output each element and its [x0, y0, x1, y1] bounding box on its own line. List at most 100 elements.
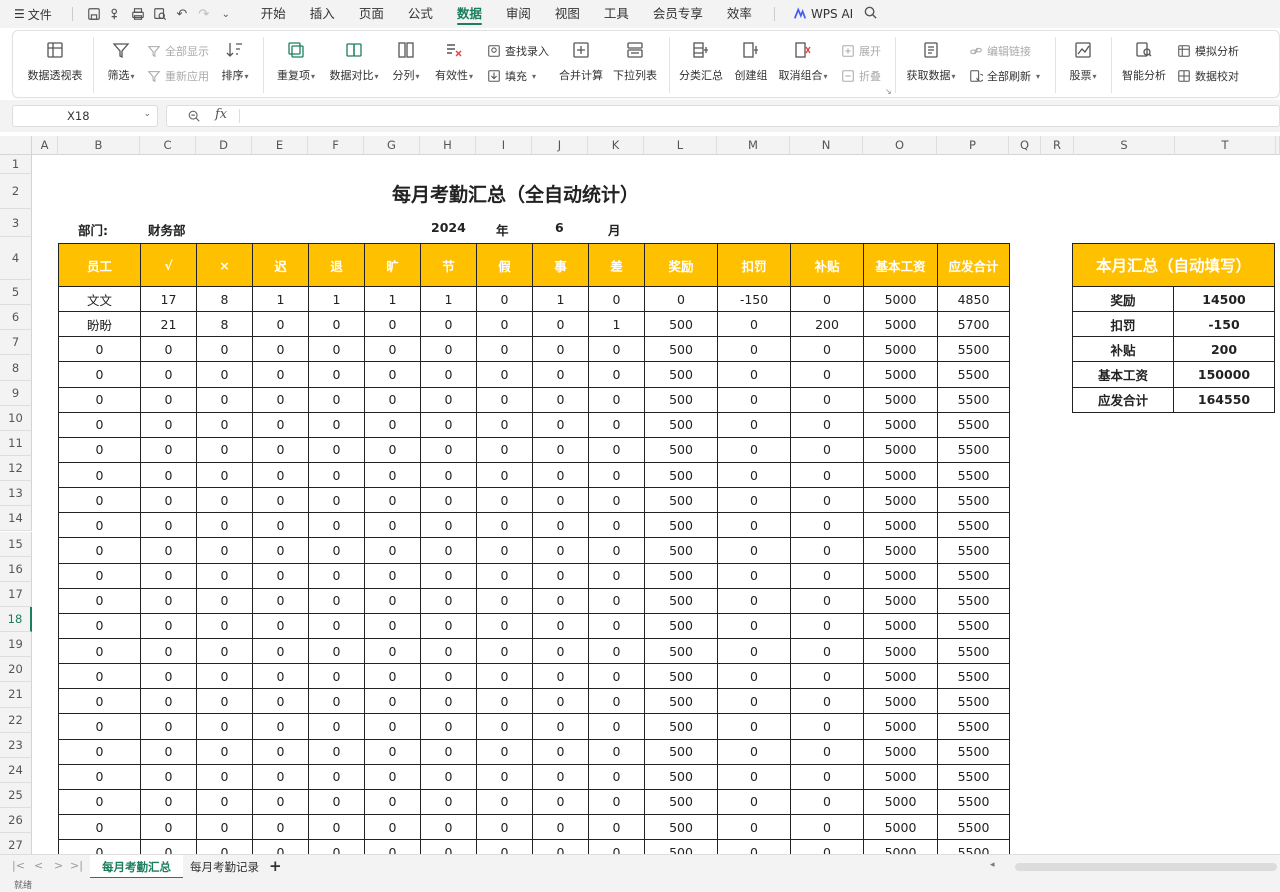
table-cell[interactable]: 0: [308, 487, 365, 514]
table-cell[interactable]: 0: [588, 361, 645, 388]
table-cell[interactable]: 0: [588, 612, 645, 639]
table-cell[interactable]: 0: [58, 788, 141, 815]
select-all-corner[interactable]: [0, 136, 32, 155]
table-cell[interactable]: 500: [644, 839, 718, 854]
row-header[interactable]: 8: [0, 355, 32, 381]
table-cell[interactable]: 0: [532, 663, 589, 690]
column-header[interactable]: H: [420, 136, 476, 155]
table-cell[interactable]: 0: [476, 562, 533, 589]
table-cell[interactable]: 0: [476, 386, 533, 413]
table-cell[interactable]: 0: [717, 461, 791, 489]
table-cell[interactable]: 5000: [863, 537, 938, 564]
zoom-icon[interactable]: [187, 109, 201, 123]
table-cell[interactable]: 0: [420, 713, 477, 740]
table-cell[interactable]: 0: [790, 839, 864, 854]
table-cell[interactable]: 0: [588, 411, 645, 438]
table-cell[interactable]: 5500: [937, 813, 1010, 841]
table-cell[interactable]: 0: [252, 537, 309, 564]
tab-insert[interactable]: 插入: [298, 0, 347, 28]
table-cell[interactable]: 0: [717, 361, 791, 388]
table-cell[interactable]: 1: [420, 285, 477, 313]
table-cell[interactable]: 0: [532, 688, 589, 715]
table-cell[interactable]: 0: [364, 813, 421, 841]
summary-label[interactable]: 扣罚: [1072, 311, 1174, 338]
table-cell[interactable]: 500: [644, 487, 718, 514]
table-cell[interactable]: 0: [58, 386, 141, 413]
table-cell[interactable]: 0: [476, 637, 533, 665]
table-cell[interactable]: 0: [790, 512, 864, 539]
table-cell[interactable]: 0: [532, 512, 589, 539]
table-cell[interactable]: 0: [308, 386, 365, 413]
tab-home[interactable]: 开始: [249, 0, 298, 28]
table-cell[interactable]: 0: [717, 436, 791, 463]
table-cell[interactable]: 0: [476, 311, 533, 338]
last-sheet-icon[interactable]: >|: [70, 859, 83, 872]
table-cell[interactable]: 5000: [863, 461, 938, 489]
table-cell[interactable]: 0: [140, 713, 197, 740]
table-cell[interactable]: 0: [476, 336, 533, 363]
table-cell[interactable]: 0: [252, 487, 309, 514]
table-cell[interactable]: 0: [717, 788, 791, 815]
table-cell[interactable]: 0: [790, 411, 864, 438]
table-cell[interactable]: 0: [196, 562, 253, 589]
table-cell[interactable]: 0: [140, 788, 197, 815]
table-cell[interactable]: 0: [717, 562, 791, 589]
table-cell[interactable]: 1: [364, 285, 421, 313]
table-cell[interactable]: 0: [58, 336, 141, 363]
table-cell[interactable]: 0: [58, 361, 141, 388]
row-header[interactable]: 22: [0, 707, 32, 733]
table-cell[interactable]: 0: [532, 788, 589, 815]
table-cell[interactable]: 0: [196, 587, 253, 614]
scroll-left-icon[interactable]: ◂: [990, 860, 995, 870]
next-sheet-icon[interactable]: >: [54, 859, 63, 872]
table-cell[interactable]: 500: [644, 361, 718, 388]
table-cell[interactable]: 0: [790, 361, 864, 388]
table-cell[interactable]: 5500: [937, 763, 1010, 790]
table-cell[interactable]: 500: [644, 612, 718, 639]
table-cell[interactable]: 500: [644, 663, 718, 690]
table-cell[interactable]: 5000: [863, 436, 938, 463]
table-cell[interactable]: 0: [196, 713, 253, 740]
table-cell[interactable]: 0: [717, 839, 791, 854]
table-cell[interactable]: 0: [588, 763, 645, 790]
table-cell[interactable]: 0: [420, 562, 477, 589]
table-cell[interactable]: 500: [644, 788, 718, 815]
table-cell[interactable]: 0: [420, 738, 477, 765]
stocks-button[interactable]: 股票▾: [1063, 31, 1103, 83]
table-cell[interactable]: 0: [308, 336, 365, 363]
print-preview-icon[interactable]: [149, 3, 171, 25]
table-cell[interactable]: 5500: [937, 411, 1010, 438]
table-cell[interactable]: 5500: [937, 663, 1010, 690]
table-cell[interactable]: 0: [790, 612, 864, 639]
column-header[interactable]: D: [196, 136, 252, 155]
table-cell[interactable]: 0: [252, 512, 309, 539]
table-cell[interactable]: 0: [58, 612, 141, 639]
table-cell[interactable]: 0: [58, 537, 141, 564]
table-cell[interactable]: 0: [364, 839, 421, 854]
table-cell[interactable]: 0: [252, 813, 309, 841]
year-value[interactable]: 2024: [431, 220, 466, 235]
table-cell[interactable]: 0: [532, 487, 589, 514]
table-cell[interactable]: 0: [420, 336, 477, 363]
table-cell[interactable]: 0: [532, 738, 589, 765]
table-cell[interactable]: 0: [252, 311, 309, 338]
undo-icon[interactable]: ↶: [171, 3, 193, 25]
table-cell[interactable]: 5000: [863, 788, 938, 815]
table-cell[interactable]: 0: [588, 663, 645, 690]
table-cell[interactable]: 0: [717, 763, 791, 790]
table-cell[interactable]: 500: [644, 386, 718, 413]
file-menu[interactable]: ☰ 文件: [14, 6, 52, 23]
table-cell[interactable]: 5000: [863, 311, 938, 338]
table-cell[interactable]: 0: [308, 612, 365, 639]
save-icon[interactable]: [83, 3, 105, 25]
table-cell[interactable]: 0: [420, 487, 477, 514]
table-cell[interactable]: 0: [790, 688, 864, 715]
table-cell[interactable]: 0: [196, 386, 253, 413]
table-cell[interactable]: 0: [420, 839, 477, 854]
table-cell[interactable]: 0: [790, 562, 864, 589]
table-cell[interactable]: 0: [364, 537, 421, 564]
table-cell[interactable]: 0: [532, 436, 589, 463]
table-cell[interactable]: 500: [644, 688, 718, 715]
table-cell[interactable]: 17: [140, 285, 197, 313]
column-header[interactable]: O: [863, 136, 937, 155]
